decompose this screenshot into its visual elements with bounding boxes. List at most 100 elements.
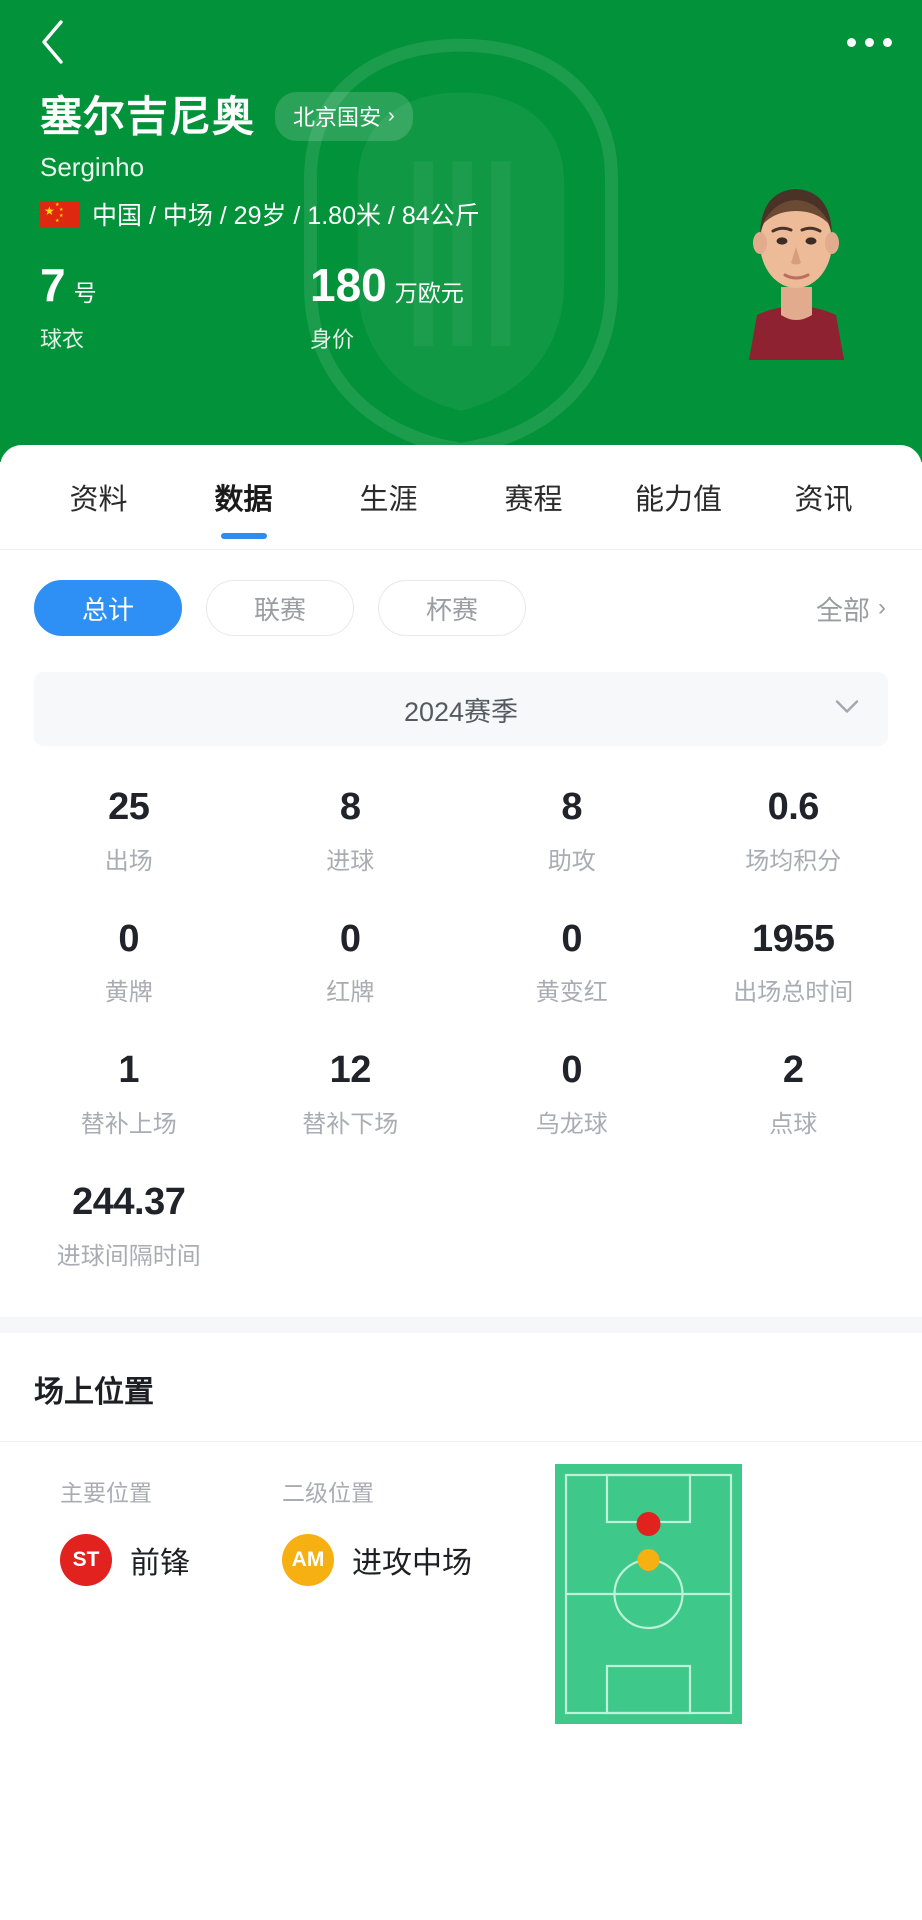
kebab-menu-icon[interactable] xyxy=(838,22,900,62)
stat-cell: 1 替补上场 xyxy=(18,1049,240,1139)
player-latin-name: Serginho xyxy=(40,152,145,182)
filter-chip-row: 总计 联赛 杯赛 全部 › xyxy=(0,550,922,636)
nav-bar xyxy=(0,0,922,84)
primary-position-heading: 主要位置 xyxy=(60,1479,152,1506)
stat-cell: 8 进球 xyxy=(240,786,462,876)
tab-shuju[interactable]: 数据 xyxy=(171,445,316,549)
chevron-right-icon: › xyxy=(878,594,886,621)
shirt-number-unit: 号 xyxy=(73,280,97,306)
shirt-number-value: 7 xyxy=(40,259,66,311)
pitch-marker-am xyxy=(637,1548,660,1571)
stat-value: 0 xyxy=(339,917,361,960)
view-all-label: 全部 xyxy=(816,595,870,626)
tab-label: 资讯 xyxy=(794,484,853,516)
stat-label: 进球 xyxy=(326,847,375,875)
football-pitch-diagram xyxy=(555,1463,742,1724)
stat-value: 0 xyxy=(561,1049,583,1092)
player-name-row: 塞尔吉尼奥 北京国安 › xyxy=(40,92,413,141)
primary-position-block: 主要位置 ST 前锋 xyxy=(60,1474,190,1586)
stat-value: 0.6 xyxy=(767,786,820,828)
content-sheet: 资料 数据 生涯 赛程 能力值 资讯 总计 联赛 杯赛 全部 › 2024赛季 … xyxy=(0,445,922,1920)
tab-saicheng[interactable]: 赛程 xyxy=(461,445,606,549)
kebab-dot xyxy=(882,37,892,47)
player-meta-row: ★ ★ ★ ★ ★ 中国 / 中场 / 29岁 / 1.80米 / 84公斤 xyxy=(40,196,480,232)
tab-label: 生涯 xyxy=(359,484,418,516)
stat-value: 25 xyxy=(108,786,150,828)
kebab-dot xyxy=(846,37,856,47)
tab-label: 资料 xyxy=(69,484,128,516)
stat-cell: 244.37 进球间隔时间 xyxy=(18,1181,240,1271)
season-label: 2024赛季 xyxy=(403,696,519,727)
stat-label: 替补下场 xyxy=(302,1111,399,1139)
position-section-title: 场上位置 xyxy=(0,1333,922,1442)
tab-label: 能力值 xyxy=(634,484,722,516)
primary-position-name: 前锋 xyxy=(130,1546,190,1580)
secondary-position-heading: 二级位置 xyxy=(282,1479,374,1506)
stat-value: 8 xyxy=(339,786,361,828)
secondary-position-block: 二级位置 AM 进攻中场 xyxy=(282,1474,472,1586)
active-tab-indicator xyxy=(220,533,267,539)
stat-cell: 0 黄变红 xyxy=(461,918,683,1008)
tab-bar: 资料 数据 生涯 赛程 能力值 资讯 xyxy=(0,445,922,550)
section-divider xyxy=(0,1316,922,1333)
market-value-unit: 万欧元 xyxy=(394,280,464,306)
team-link-chip[interactable]: 北京国安 › xyxy=(275,92,413,141)
stat-cell: 1955 出场总时间 xyxy=(683,918,905,1008)
stat-value: 2 xyxy=(782,1049,804,1092)
stat-label: 黄变红 xyxy=(535,979,608,1007)
stat-value: 0 xyxy=(118,917,140,960)
market-value-amount: 180 xyxy=(310,259,387,311)
tab-shengya[interactable]: 生涯 xyxy=(316,445,461,549)
stat-cell: 0 红牌 xyxy=(240,918,462,1008)
stat-value: 12 xyxy=(329,1049,372,1092)
stat-value: 1955 xyxy=(751,917,835,960)
stat-value: 0 xyxy=(561,917,583,960)
flag-star-large: ★ xyxy=(44,203,55,218)
chevron-left-icon[interactable] xyxy=(24,14,80,70)
stat-cell: 8 助攻 xyxy=(461,786,683,876)
team-name-label: 北京国安 xyxy=(293,105,382,130)
stat-cell: 0 黄牌 xyxy=(18,918,240,1008)
tab-zixun[interactable]: 资讯 xyxy=(751,445,896,549)
flag-star-small: ★ xyxy=(59,206,64,213)
tab-label: 赛程 xyxy=(504,484,563,516)
season-selector[interactable]: 2024赛季 xyxy=(34,672,888,746)
chip-label: 杯赛 xyxy=(425,594,478,625)
player-portrait xyxy=(729,155,864,360)
stat-label: 出场 xyxy=(104,847,153,875)
chevron-right-icon: › xyxy=(388,105,395,127)
shirt-number-kpi: 7 号 球衣 xyxy=(40,262,310,354)
pitch-marker-st xyxy=(636,1511,661,1536)
stat-label: 点球 xyxy=(769,1111,818,1139)
stats-grid: 25 出场 8 进球 8 助攻 0.6 场均积分 0 黄牌 0 红牌 0 黄变红… xyxy=(0,746,922,1271)
stat-label: 替补上场 xyxy=(80,1111,177,1139)
market-value-label: 身价 xyxy=(310,327,355,352)
chip-total[interactable]: 总计 xyxy=(34,580,182,636)
tab-label: 数据 xyxy=(214,484,273,516)
player-header: 塞尔吉尼奥 北京国安 › Serginho ★ ★ ★ ★ ★ 中国 / 中场 … xyxy=(0,0,922,462)
stat-label: 出场总时间 xyxy=(733,979,854,1007)
shirt-number-label: 球衣 xyxy=(40,327,85,352)
secondary-position-name: 进攻中场 xyxy=(352,1546,472,1580)
tab-nenglizhi[interactable]: 能力值 xyxy=(606,445,751,549)
chip-league[interactable]: 联赛 xyxy=(206,580,354,636)
stat-cell: 12 替补下场 xyxy=(240,1049,462,1139)
flag-star-small: ★ xyxy=(55,217,60,224)
stat-label: 黄牌 xyxy=(104,979,153,1007)
chip-label: 总计 xyxy=(81,594,134,625)
stat-value: 244.37 xyxy=(72,1181,186,1224)
market-value-kpi: 180 万欧元 身价 xyxy=(310,262,464,354)
view-all-link[interactable]: 全部 › xyxy=(816,589,888,628)
stat-label: 乌龙球 xyxy=(535,1111,608,1139)
stat-label: 助攻 xyxy=(547,847,596,875)
tab-ziliao[interactable]: 资料 xyxy=(26,445,171,549)
chip-cup[interactable]: 杯赛 xyxy=(378,580,526,636)
position-section: 主要位置 ST 前锋 二级位置 AM 进攻中场 xyxy=(0,1442,922,1772)
flag-star-small: ★ xyxy=(59,212,64,219)
chevron-down-icon xyxy=(834,699,860,720)
stat-cell: 0.6 场均积分 xyxy=(683,786,905,876)
primary-position-badge: ST xyxy=(60,1533,112,1586)
stat-cell: 2 点球 xyxy=(683,1049,905,1139)
stat-label: 进球间隔时间 xyxy=(56,1242,201,1270)
chip-label: 联赛 xyxy=(253,594,306,625)
